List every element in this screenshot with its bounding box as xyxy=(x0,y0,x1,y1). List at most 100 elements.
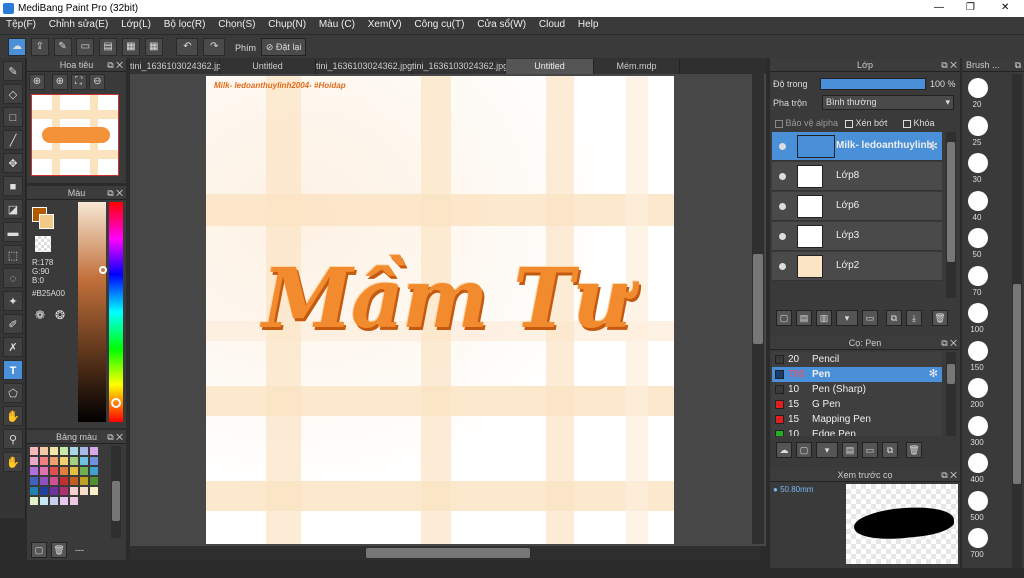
menu-cloud[interactable]: Cloud xyxy=(539,19,565,30)
chat-icon[interactable]: ▭ xyxy=(76,38,95,56)
panel-icon[interactable]: ▦ xyxy=(121,38,140,56)
move-tool-icon[interactable]: ✥ xyxy=(3,153,23,173)
panel-controls-icon[interactable]: ⧉ ✕ xyxy=(941,58,957,72)
palette-swatch[interactable] xyxy=(60,447,68,455)
brush-size-option[interactable] xyxy=(968,78,988,98)
trash-icon[interactable]: 🗑 xyxy=(932,310,948,326)
visibility-icon[interactable] xyxy=(779,233,786,240)
maximize-button[interactable]: ❐ xyxy=(966,2,975,13)
pen-row[interactable]: 10 Pen (Sharp) xyxy=(772,382,942,397)
minimize-button[interactable]: — xyxy=(934,2,944,13)
new-brush-icon[interactable]: ▢ xyxy=(796,442,812,458)
menu-select[interactable]: Chọn(S) xyxy=(218,19,255,30)
drawing-canvas[interactable]: Milk- ledoanthuylinh2004- #Hoidap Mầm Tư xyxy=(206,76,674,544)
menu-help[interactable]: Help xyxy=(578,19,599,30)
brush-size-scrollbar[interactable] xyxy=(1012,74,1022,568)
menu-filter[interactable]: Bộ lọc(R) xyxy=(164,19,206,30)
eyedropper-tool-icon[interactable]: ⚲ xyxy=(3,429,23,449)
sv-handle[interactable] xyxy=(99,266,107,274)
folder-icon[interactable]: ▭ xyxy=(862,442,878,458)
pen-scrollbar[interactable] xyxy=(946,352,956,436)
sub-color-swatch[interactable] xyxy=(39,214,54,229)
palette-swatch[interactable] xyxy=(60,477,68,485)
brush-size-option[interactable] xyxy=(968,415,988,436)
brush-size-option[interactable] xyxy=(968,378,988,398)
saturation-value-field[interactable] xyxy=(78,202,106,422)
panel-controls-icon[interactable]: ⧉ ✕ xyxy=(107,58,123,72)
layer-row[interactable]: Milk- ledoanthuylinh ✻ xyxy=(772,132,942,161)
brush-size-option[interactable] xyxy=(968,528,988,548)
pen-row[interactable]: 700 Pen ✻ xyxy=(772,367,942,382)
hand-tool-icon[interactable]: ✋ xyxy=(3,452,23,472)
delete-palette-icon[interactable]: 🗑 xyxy=(51,542,67,558)
hue-handle[interactable] xyxy=(111,398,121,408)
brush-size-option[interactable] xyxy=(968,190,988,211)
layer-row[interactable]: Lớp6 xyxy=(772,192,942,221)
new-halftone-layer-icon[interactable]: ▤ xyxy=(796,310,812,326)
pen-row[interactable]: 15 G Pen xyxy=(772,397,942,412)
blur-tool-icon[interactable]: ✋ xyxy=(3,406,23,426)
merge-layer-icon[interactable]: ⤓ xyxy=(906,310,922,326)
palette-swatch[interactable] xyxy=(70,477,78,485)
menu-file[interactable]: Tệp(F) xyxy=(6,19,36,30)
palette-swatch[interactable] xyxy=(40,477,48,485)
menu-window[interactable]: Cửa sổ(W) xyxy=(477,19,526,30)
canvas-area[interactable]: Milk- ledoanthuylinh2004- #Hoidap Mầm Tư xyxy=(130,74,766,546)
zoom-actual-icon[interactable]: ⛶ xyxy=(70,74,87,90)
brush-size-option[interactable] xyxy=(968,115,988,136)
zoom-out-icon[interactable]: ⊖ xyxy=(89,74,106,90)
canvas-scroll-thumb-h[interactable] xyxy=(366,548,530,558)
zoom-fit-icon[interactable]: ⊕ xyxy=(29,74,45,90)
brush-size-option[interactable] xyxy=(968,490,988,511)
opacity-slider[interactable] xyxy=(820,78,926,90)
gear-icon[interactable]: ✻ xyxy=(928,139,938,153)
menu-color[interactable]: Màu (C) xyxy=(319,19,355,30)
palette-swatch[interactable] xyxy=(90,477,98,485)
brush-size-option[interactable] xyxy=(968,228,988,248)
palette-swatch[interactable] xyxy=(40,487,48,495)
color-palette-icon[interactable]: ❂ xyxy=(55,308,65,322)
palette-swatch[interactable] xyxy=(80,457,88,465)
palette-swatch[interactable] xyxy=(80,477,88,485)
clipping-checkbox[interactable]: Xén bớt xyxy=(845,118,887,128)
hue-slider[interactable] xyxy=(109,202,123,422)
menu-tools[interactable]: Công cụ(T) xyxy=(414,19,464,30)
brush-tool-icon[interactable]: ✎ xyxy=(3,61,23,81)
palette-swatch[interactable] xyxy=(50,487,58,495)
palette-swatch[interactable] xyxy=(40,457,48,465)
undo-button[interactable]: ↶ xyxy=(176,38,199,56)
folder-icon[interactable]: ▭ xyxy=(862,310,878,326)
tab-doc-3[interactable]: tini_1636103024362.jpg xyxy=(316,59,412,74)
select-rect-tool-icon[interactable]: ⬚ xyxy=(3,245,23,265)
palette-swatch[interactable] xyxy=(40,467,48,475)
transparent-swatch[interactable] xyxy=(35,236,51,252)
tab-doc-5[interactable]: Untitled xyxy=(506,59,594,74)
trash-icon[interactable]: 🗑 xyxy=(906,442,922,458)
panel-controls-icon[interactable]: ⧉ ✕ xyxy=(107,186,123,200)
palette-swatch[interactable] xyxy=(30,487,38,495)
canvas-scroll-thumb-v[interactable] xyxy=(753,254,763,344)
palette-swatch[interactable] xyxy=(50,447,58,455)
pen-row[interactable]: 10 Edge Pen xyxy=(772,427,942,436)
palette-swatch[interactable] xyxy=(30,467,38,475)
palette-swatch[interactable] xyxy=(70,467,78,475)
grid-icon[interactable]: ▦ xyxy=(144,38,163,56)
panel-controls-icon[interactable]: ⧉ ✕ xyxy=(941,468,957,482)
palette-swatch[interactable] xyxy=(30,457,38,465)
magic-wand-tool-icon[interactable]: ✦ xyxy=(3,291,23,311)
layer-scroll-thumb[interactable] xyxy=(947,142,955,262)
new-8bit-layer-icon[interactable]: ▥ xyxy=(816,310,832,326)
select-eraser-tool-icon[interactable]: ✗ xyxy=(3,337,23,357)
redo-button[interactable]: ↷ xyxy=(203,38,226,56)
palette-swatch[interactable] xyxy=(90,467,98,475)
blend-select[interactable]: Bình thường ▾ xyxy=(822,95,954,110)
zoom-in-icon[interactable]: ⊕ xyxy=(51,74,68,90)
palette-swatch[interactable] xyxy=(90,457,98,465)
brush-size-option[interactable] xyxy=(968,453,988,473)
tab-doc-1[interactable]: tini_1636103024362.jpg xyxy=(130,59,226,74)
palette-swatch[interactable] xyxy=(80,467,88,475)
eraser-tool-icon[interactable]: ◇ xyxy=(3,84,23,104)
palette-swatch[interactable] xyxy=(40,447,48,455)
share-icon[interactable]: ⇪ xyxy=(30,38,49,56)
palette-swatch[interactable] xyxy=(70,457,78,465)
